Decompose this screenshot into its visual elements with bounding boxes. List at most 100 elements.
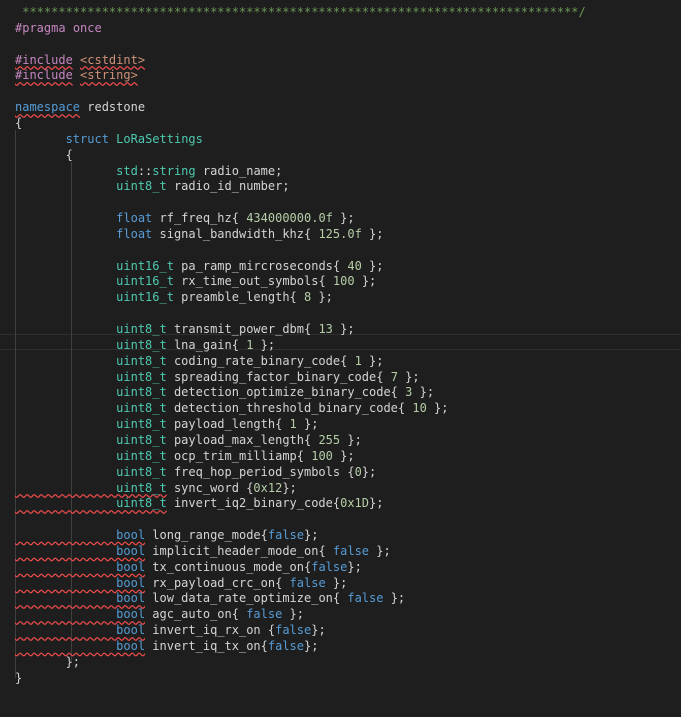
code-token: transmit_power_dbm{ bbox=[166, 322, 319, 336]
code-token: struct bbox=[65, 131, 109, 146]
code-token: false bbox=[267, 528, 304, 543]
code-line[interactable]: namespace redstone bbox=[15, 99, 145, 115]
code-line[interactable]: bool invert_iq_tx_on{false}; bbox=[15, 638, 318, 654]
code-line[interactable]: #include <cstdint> bbox=[15, 52, 145, 68]
code-token: <string> bbox=[80, 68, 138, 83]
code-line[interactable]: uint8_t payload_max_length{ 255 }; bbox=[15, 432, 362, 448]
code-line[interactable]: uint16_t pa_ramp_mircroseconds{ 40 }; bbox=[15, 258, 383, 274]
code-token: }; bbox=[369, 496, 384, 511]
code-token: payload_length{ bbox=[166, 417, 290, 432]
code-line[interactable]: bool long_range_mode{false}; bbox=[15, 527, 318, 543]
code-editor[interactable]: ****************************************… bbox=[0, 0, 681, 717]
code-token: detection_optimize_binary_code{ bbox=[166, 385, 406, 400]
code-line[interactable]: bool invert_iq_rx_on {false}; bbox=[15, 622, 326, 638]
code-token: uint8_t bbox=[15, 432, 167, 447]
code-token: once bbox=[72, 20, 102, 35]
code-token: radio_id_number; bbox=[166, 179, 290, 194]
code-token: uint8_t bbox=[15, 369, 167, 384]
code-token: uint8_t bbox=[15, 448, 167, 463]
code-token: coding_rate_binary_code{ bbox=[166, 353, 355, 368]
code-line[interactable]: uint8_t ocp_trim_milliamp{ 100 }; bbox=[15, 448, 354, 464]
code-line[interactable]: { bbox=[15, 147, 73, 163]
code-token: }; bbox=[282, 607, 305, 622]
code-token: bool bbox=[15, 559, 146, 574]
code-token: agc_auto_on{ bbox=[145, 607, 247, 622]
code-token: false bbox=[311, 559, 348, 574]
code-line[interactable]: } bbox=[15, 670, 22, 686]
code-line[interactable]: float rf_freq_hz{ 434000000.0f }; bbox=[15, 210, 355, 226]
code-token: #include bbox=[15, 68, 73, 83]
code-line[interactable]: uint8_t coding_rate_binary_code{ 1 }; bbox=[15, 353, 383, 369]
code-token: 40 bbox=[347, 258, 362, 273]
code-token: float bbox=[15, 211, 153, 226]
code-line[interactable]: { bbox=[15, 115, 22, 131]
code-token: <cstdint> bbox=[80, 52, 146, 67]
code-token: }; bbox=[340, 432, 362, 447]
code-line[interactable]: uint8_t detection_optimize_binary_code{ … bbox=[15, 384, 434, 400]
code-token: }; bbox=[311, 623, 326, 638]
code-token: #include bbox=[15, 52, 73, 67]
code-token: }; bbox=[332, 211, 355, 226]
code-line[interactable]: #include <string> bbox=[15, 67, 138, 83]
code-token: uint8_t bbox=[15, 385, 167, 400]
code-token: false bbox=[275, 623, 312, 638]
code-token: 125.0f bbox=[318, 226, 362, 241]
code-token: }; bbox=[15, 654, 81, 669]
code-line[interactable]: uint8_t lna_gain{ 1 }; bbox=[15, 337, 275, 353]
code-line[interactable]: struct LoRaSettings bbox=[15, 131, 203, 147]
code-token: }; bbox=[347, 559, 362, 574]
code-token: ****************************************… bbox=[15, 5, 586, 19]
code-token: uint16_t bbox=[15, 290, 174, 305]
code-token: preamble_length{ bbox=[173, 290, 304, 305]
code-token: bool bbox=[15, 607, 146, 622]
code-token: uint8_t bbox=[15, 417, 167, 432]
code-token: }; bbox=[304, 528, 319, 543]
code-line[interactable]: std::string radio_name; bbox=[15, 163, 282, 179]
code-line[interactable]: uint8_t payload_length{ 1 }; bbox=[15, 416, 318, 432]
code-token: { bbox=[15, 115, 23, 130]
code-line[interactable]: uint16_t preamble_length{ 8 }; bbox=[15, 289, 333, 305]
code-token: 0x1D bbox=[340, 496, 370, 511]
code-token: }; bbox=[426, 401, 449, 416]
code-token: 1 bbox=[354, 353, 362, 368]
code-token: uint8_t bbox=[15, 353, 167, 368]
code-line[interactable]: uint8_t freq_hop_period_symbols {0}; bbox=[15, 464, 376, 480]
code-line[interactable]: uint8_t sync_word {0x12}; bbox=[15, 480, 297, 496]
code-line[interactable]: uint16_t rx_time_out_symbols{ 100 }; bbox=[15, 273, 376, 289]
code-token: false bbox=[332, 543, 370, 558]
code-line[interactable]: bool tx_continuous_mode_on{false}; bbox=[15, 559, 362, 575]
code-token: :: bbox=[137, 163, 153, 178]
code-line[interactable]: #pragma once bbox=[15, 20, 102, 36]
code-token: namespace bbox=[15, 100, 81, 115]
code-line[interactable]: float signal_bandwidth_khz{ 125.0f }; bbox=[15, 226, 384, 242]
code-token: rf_freq_hz{ bbox=[152, 211, 247, 226]
code-token: low_data_rate_optimize_on{ bbox=[145, 591, 348, 606]
code-token: uint8_t bbox=[15, 337, 167, 352]
code-line[interactable]: uint8_t transmit_power_dbm{ 13 }; bbox=[15, 321, 355, 337]
code-token: false bbox=[289, 575, 326, 590]
code-line[interactable]: bool low_data_rate_optimize_on{ false }; bbox=[15, 590, 405, 606]
code-token: 100 bbox=[332, 274, 355, 289]
code-line[interactable]: }; bbox=[15, 654, 80, 670]
code-token: }; bbox=[369, 543, 391, 558]
code-line[interactable]: bool implicit_header_mode_on{ false }; bbox=[15, 543, 391, 559]
code-token: tx_continuous_mode_on{ bbox=[145, 559, 312, 574]
code-line[interactable]: uint8_t invert_iq2_binary_code{0x1D}; bbox=[15, 495, 383, 511]
code-token: 0 bbox=[354, 464, 362, 479]
code-token: 13 bbox=[318, 322, 333, 336]
code-line[interactable]: uint8_t detection_threshold_binary_code{… bbox=[15, 400, 449, 416]
code-line[interactable]: bool agc_auto_on{ false }; bbox=[15, 606, 304, 622]
code-token: }; bbox=[332, 322, 355, 336]
code-token: uint8_t bbox=[15, 322, 167, 336]
code-line[interactable]: uint8_t spreading_factor_binary_code{ 7 … bbox=[15, 369, 419, 385]
code-line[interactable]: uint8_t radio_id_number; bbox=[15, 178, 290, 194]
code-token: }; bbox=[361, 258, 384, 273]
code-line[interactable]: bool rx_payload_crc_on{ false }; bbox=[15, 575, 347, 591]
code-token: }; bbox=[361, 226, 384, 241]
code-token: 0x12 bbox=[253, 480, 283, 495]
code-line[interactable]: ****************************************… bbox=[15, 4, 586, 20]
code-token: uint8_t bbox=[15, 401, 167, 416]
code-token: std bbox=[15, 163, 138, 178]
code-token: detection_threshold_binary_code{ bbox=[166, 401, 413, 416]
